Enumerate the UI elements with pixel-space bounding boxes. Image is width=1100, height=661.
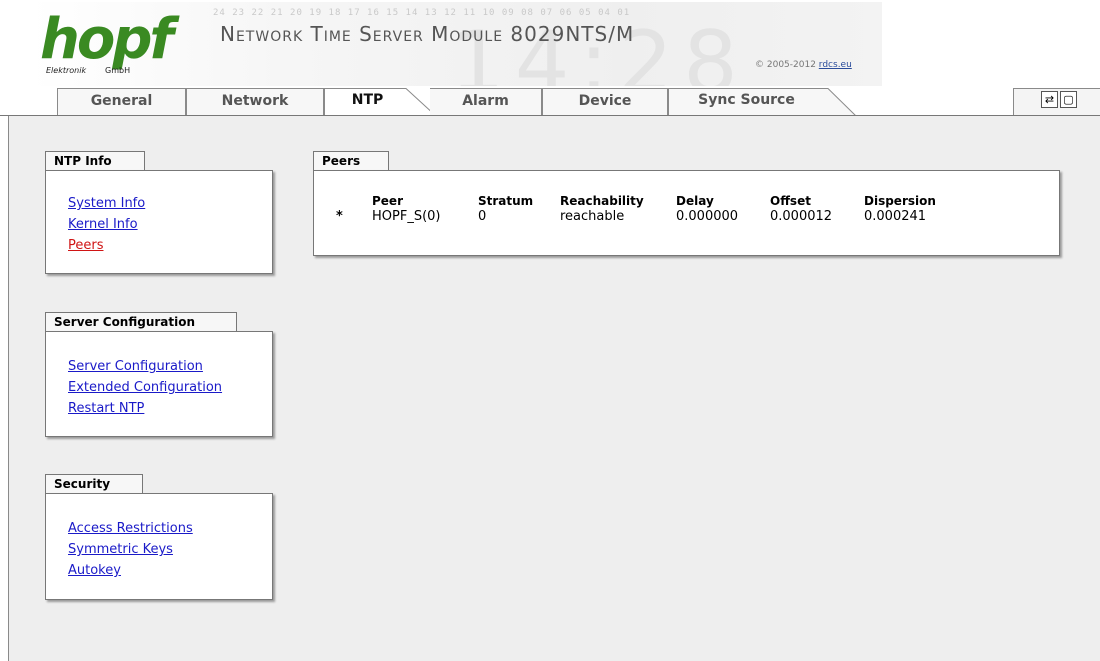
header-banner: 14:28 hopf Elektronik GmbH 24 23 22 21 2…	[30, 2, 882, 86]
peers-header-row: Peer Stratum Reachability Delay Offset D…	[336, 193, 970, 209]
logo-subtitle-left: Elektronik	[46, 66, 87, 75]
peer-stratum: 0	[478, 209, 487, 224]
copyright: © 2005-2012 rdcs.eu	[755, 60, 852, 70]
peer-reachability: reachable	[560, 209, 625, 224]
copyright-link[interactable]: rdcs.eu	[819, 60, 852, 70]
group-title-peers: Peers	[313, 151, 389, 171]
refresh-icon[interactable]: ⇄	[1041, 91, 1058, 108]
peers-table: Peer Stratum Reachability Delay Offset D…	[336, 193, 970, 225]
marker-header	[336, 193, 372, 209]
peer-name: HOPF_S(0)	[372, 209, 441, 224]
tab-alarm[interactable]: Alarm	[430, 88, 542, 115]
page-title: Network Time Server Module 8029NTS/M	[220, 22, 635, 46]
group-server-configuration: Server Configuration Extended Configurat…	[45, 331, 273, 437]
banner-number-strip: 24 23 22 21 20 19 18 17 16 15 14 13 12 1…	[213, 8, 631, 18]
tab-general[interactable]: General	[57, 88, 186, 115]
group-security: Access Restrictions Symmetric Keys Autok…	[45, 493, 273, 600]
link-symmetric-keys[interactable]: Symmetric Keys	[68, 539, 272, 560]
content-area: NTP Info System Info Kernel Info Peers S…	[8, 116, 1100, 661]
link-server-configuration[interactable]: Server Configuration	[68, 356, 272, 377]
link-kernel-info[interactable]: Kernel Info	[68, 214, 272, 235]
group-title-ntp-info: NTP Info	[45, 151, 145, 171]
link-access-restrictions[interactable]: Access Restrictions	[68, 518, 272, 539]
tab-sync-source[interactable]: Sync Source	[669, 88, 824, 115]
column-header-stratum: Stratum	[478, 194, 534, 208]
link-peers[interactable]: Peers	[68, 235, 272, 256]
window-icon[interactable]: ▢	[1060, 91, 1077, 108]
logo-subtitle-right: GmbH	[105, 66, 131, 75]
window-toolbar: ⇄ ▢	[1013, 88, 1100, 115]
column-header-offset: Offset	[770, 194, 811, 208]
peer-delay: 0.000000	[676, 209, 739, 224]
peers-panel: Peer Stratum Reachability Delay Offset D…	[313, 170, 1060, 256]
link-autokey[interactable]: Autokey	[68, 560, 272, 581]
group-ntp-info: System Info Kernel Info Peers	[45, 170, 273, 274]
peer-offset: 0.000012	[770, 209, 833, 224]
link-restart-ntp[interactable]: Restart NTP	[68, 398, 272, 419]
link-extended-configuration[interactable]: Extended Configuration	[68, 377, 272, 398]
group-title-security: Security	[45, 474, 143, 494]
peer-dispersion: 0.000241	[864, 209, 927, 224]
column-header-delay: Delay	[676, 194, 714, 208]
peer-selected-marker: *	[336, 209, 343, 224]
tab-device[interactable]: Device	[542, 88, 668, 115]
group-title-server-configuration: Server Configuration	[45, 312, 237, 332]
column-header-dispersion: Dispersion	[864, 194, 936, 208]
table-row: * HOPF_S(0) 0 reachable 0.000000 0.00001…	[336, 209, 970, 225]
hopf-logo: hopf	[40, 7, 174, 72]
tab-ntp[interactable]: NTP	[325, 88, 410, 117]
tab-network[interactable]: Network	[186, 88, 324, 115]
copyright-text: © 2005-2012	[755, 60, 816, 70]
column-header-peer: Peer	[372, 194, 403, 208]
link-system-info[interactable]: System Info	[68, 193, 272, 214]
column-header-reachability: Reachability	[560, 194, 644, 208]
